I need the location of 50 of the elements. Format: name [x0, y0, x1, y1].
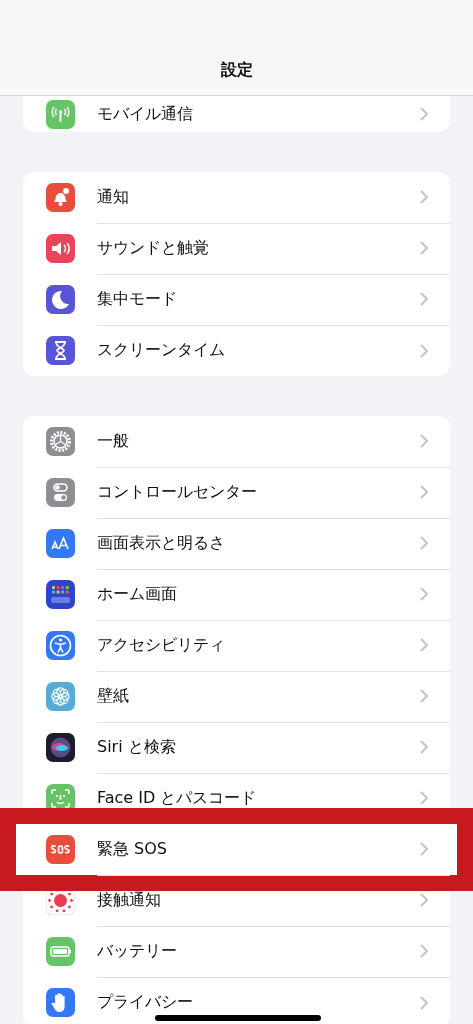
hand-icon — [46, 988, 75, 1017]
chevron-icon — [420, 791, 428, 805]
row-label: 通知 — [97, 186, 129, 208]
speaker-icon — [46, 234, 75, 263]
row-label: プライバシー — [97, 992, 193, 1013]
toggle-icon — [46, 478, 75, 507]
moon-icon — [46, 285, 75, 314]
chevron-icon — [420, 944, 428, 958]
chevron-icon — [420, 434, 428, 448]
row-label: 緊急 SOS — [97, 838, 167, 860]
page-title: 設定 — [220, 60, 253, 81]
row-label: 一般 — [97, 430, 129, 452]
flower-icon — [46, 682, 75, 711]
row-label: Face ID とパスコード — [97, 787, 257, 809]
row-label: モバイル通信 — [97, 103, 193, 125]
hourglass-icon — [46, 336, 75, 365]
bell-icon — [46, 183, 75, 212]
chevron-icon — [420, 995, 428, 1010]
chevron-icon — [420, 638, 428, 652]
chevron-icon — [420, 893, 428, 907]
sos-icon — [46, 835, 75, 864]
row-label: スクリーンタイム — [97, 340, 225, 361]
chevron-icon — [420, 536, 428, 550]
chevron-icon — [420, 190, 428, 204]
row-label: コントロールセンター — [97, 481, 257, 503]
row-label: 壁紙 — [97, 685, 129, 707]
row-label: ホーム画面 — [97, 583, 177, 605]
chevron-icon — [420, 343, 428, 358]
row-label: アクセシビリティ — [97, 634, 225, 656]
chevron-icon — [420, 241, 428, 255]
accessibility-icon — [46, 631, 75, 660]
row-label: バッテリー — [97, 940, 177, 962]
chevron-icon — [420, 740, 428, 754]
row-label: 集中モード — [97, 288, 177, 310]
chevron-icon — [420, 107, 428, 121]
orb-icon — [46, 733, 75, 762]
row-label: 接触通知 — [97, 889, 161, 911]
chevron-icon — [420, 842, 428, 856]
row-label: 画面表示と明るさ — [97, 532, 225, 554]
chevron-icon — [420, 689, 428, 703]
row-label: Siri と検索 — [97, 736, 176, 758]
text-size-icon — [46, 529, 75, 558]
chevron-icon — [420, 587, 428, 601]
settings-icon — [46, 427, 75, 456]
chevron-icon — [420, 485, 428, 499]
antenna-icon — [46, 99, 75, 129]
app-grid-icon — [46, 580, 75, 609]
row-label: サウンドと触覚 — [97, 237, 209, 259]
battery-icon — [46, 937, 75, 966]
chevron-icon — [420, 292, 428, 306]
